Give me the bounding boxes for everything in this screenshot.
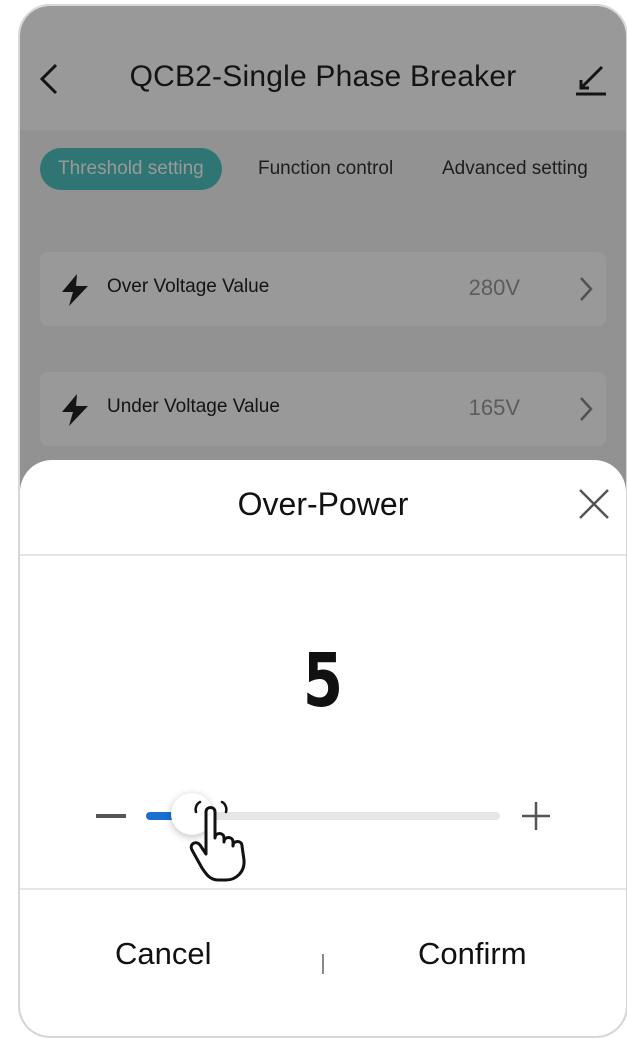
tab-threshold-setting[interactable]: Threshold setting	[40, 148, 222, 190]
app-header: QCB2-Single Phase Breaker	[20, 6, 626, 130]
setting-value: 280V	[468, 275, 520, 300]
tab-function-control[interactable]: Function control	[258, 148, 393, 190]
pointing-hand-icon	[189, 800, 246, 882]
page-title: QCB2-Single Phase Breaker	[129, 60, 517, 93]
chevron-right-icon	[580, 277, 593, 301]
dialog-title: Over-Power	[237, 486, 409, 522]
setting-row-over-voltage[interactable]: Over Voltage Value 280V	[40, 252, 606, 326]
setting-row-under-voltage[interactable]: Under Voltage Value 165V	[40, 372, 606, 446]
power-value: 5	[302, 638, 344, 724]
close-icon[interactable]	[576, 486, 612, 522]
chevron-right-icon	[580, 397, 593, 421]
dialog-divider	[20, 554, 626, 556]
tab-advanced-setting[interactable]: Advanced setting	[442, 148, 588, 190]
over-power-dialog: Over-Power 5 Cancel Confirm	[20, 460, 626, 1036]
lightning-bolt-icon	[62, 274, 88, 306]
minus-icon[interactable]	[96, 814, 126, 818]
plus-icon[interactable]	[520, 800, 552, 832]
cancel-button[interactable]: Cancel	[115, 936, 212, 972]
setting-label: Over Voltage Value	[107, 276, 270, 297]
lightning-bolt-icon	[62, 394, 88, 426]
phone-frame: QCB2-Single Phase Breaker Threshold sett…	[18, 4, 627, 1038]
edit-pencil-icon[interactable]	[574, 62, 608, 96]
setting-label: Under Voltage Value	[107, 396, 280, 417]
setting-value: 165V	[468, 395, 520, 420]
button-separator	[322, 954, 324, 974]
confirm-button[interactable]: Confirm	[418, 936, 527, 972]
dialog-footer-divider	[20, 888, 626, 890]
tab-bar: Threshold setting Function control Advan…	[20, 130, 626, 210]
